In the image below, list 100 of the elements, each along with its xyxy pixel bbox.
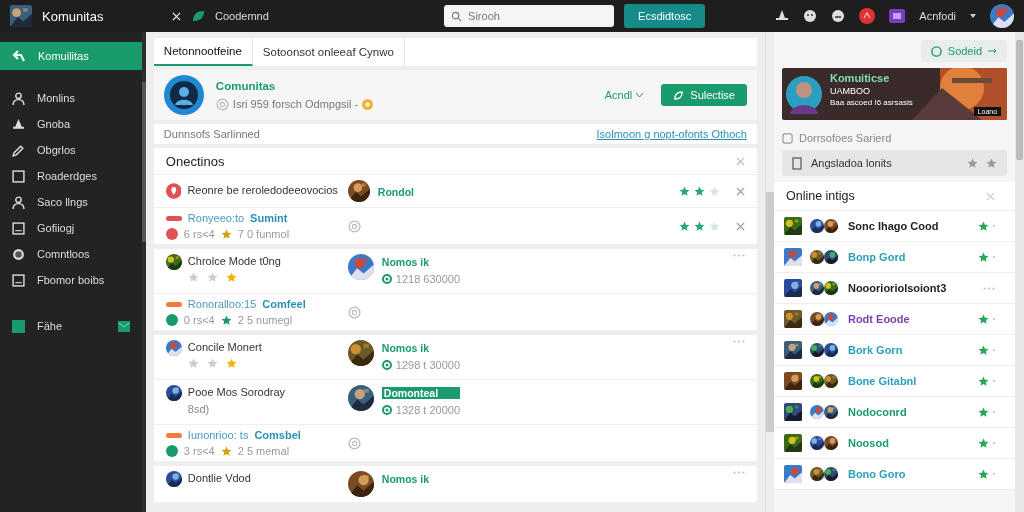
coin-icon xyxy=(362,98,374,110)
online-title: Online intigs xyxy=(785,189,855,203)
post-title[interactable]: Pooe Mos Sorodray xyxy=(187,385,286,399)
leaf-icon xyxy=(673,89,685,101)
saved-label: Dorrsofoes Sarierd xyxy=(798,132,892,144)
chat-icon[interactable] xyxy=(803,9,818,23)
saved-item[interactable]: Angsladoa lonits xyxy=(781,150,1008,176)
banner-subtitle: UAMBOO xyxy=(829,86,871,96)
bell-icon xyxy=(12,117,25,131)
status-icon xyxy=(381,405,392,415)
tab-label[interactable]: Coodemnd xyxy=(215,10,269,22)
back-icon xyxy=(12,49,26,63)
tab[interactable]: Sotoonsot onleeaf Cynwo xyxy=(252,38,405,66)
star-icon xyxy=(708,220,720,232)
online-item[interactable]: Noosod xyxy=(773,428,1016,459)
status-icon xyxy=(381,274,392,284)
user-meta: 1218 630000 xyxy=(395,273,461,285)
badge-icon xyxy=(165,228,178,240)
post-title[interactable]: Reonre be reroledodeeovocios xyxy=(187,183,338,199)
user-name[interactable]: Nomos ik xyxy=(381,342,461,354)
post-title[interactable]: Dontlie Vdod xyxy=(187,471,251,485)
sidebar-item[interactable]: Comntloos xyxy=(0,242,142,266)
star-rating[interactable] xyxy=(678,220,720,232)
community-logo-icon xyxy=(163,75,204,115)
star-icon xyxy=(187,358,199,369)
online-name: Noosod xyxy=(847,437,889,449)
tag-link[interactable]: Comsbel xyxy=(254,429,301,441)
user-meta: 1298 t 30000 xyxy=(395,359,461,371)
online-name: Bone Gitabnl xyxy=(847,375,917,387)
sidebar-item[interactable]: Fbomor boibs xyxy=(0,268,142,292)
online-name: Nooorioriolsoiont3 xyxy=(847,282,947,294)
info-link[interactable]: Isolmoon g nopt-ofonts Othoch xyxy=(596,128,747,140)
online-name: Sonc Ihago Cood xyxy=(847,220,939,232)
action-button[interactable]: Ecsdidtosc xyxy=(624,4,706,28)
online-item[interactable]: Nooorioriolsoiont3 xyxy=(773,273,1016,304)
post-count: 2 5 memal xyxy=(237,445,290,457)
scrollbar[interactable] xyxy=(765,32,774,512)
leaf-icon xyxy=(191,9,205,23)
section-title: Onectinos xyxy=(165,153,225,169)
user-name[interactable]: Rondol xyxy=(377,186,414,198)
sidebar-item[interactable]: Gofiiogj xyxy=(0,216,142,240)
tag-label: Ronyeeo:to xyxy=(187,212,245,224)
star-icon xyxy=(206,272,218,283)
sidebar-item[interactable]: Gnoba xyxy=(0,112,142,136)
tag-link[interactable]: Comfeel xyxy=(262,298,306,310)
sidebar-item[interactable]: Obgrlos xyxy=(0,138,142,162)
info-label: Dunnsofs Sarlinned xyxy=(163,128,260,140)
badge-icon xyxy=(165,314,178,326)
online-name: Bonp Gord xyxy=(847,251,906,263)
user-name[interactable]: Nomos ik xyxy=(381,473,430,485)
app-icon[interactable] xyxy=(889,9,906,23)
refresh-icon[interactable] xyxy=(215,97,229,111)
refresh-icon[interactable] xyxy=(347,305,361,319)
post-stats: 3 rs<4 xyxy=(183,445,215,457)
post-title[interactable]: Chrolce Mode t0ng xyxy=(187,254,281,268)
star-icon xyxy=(693,220,705,232)
caret-icon[interactable] xyxy=(970,14,976,18)
search-icon xyxy=(451,11,463,22)
user-name[interactable]: Domonteal xyxy=(381,387,461,399)
document-icon xyxy=(791,156,803,170)
notification-icon[interactable] xyxy=(859,8,876,24)
online-item[interactable]: Nodoconrd xyxy=(773,397,1016,428)
user-name[interactable]: Nomos ik xyxy=(381,256,461,268)
join-button[interactable]: Sulectise xyxy=(661,84,747,106)
star-icon xyxy=(225,272,237,283)
star-icon xyxy=(206,358,218,369)
refresh-icon[interactable] xyxy=(347,436,361,450)
scrollbar[interactable] xyxy=(141,82,146,242)
bell-icon[interactable] xyxy=(775,9,790,23)
arrow-icon xyxy=(988,48,998,54)
tag-link[interactable]: Sumint xyxy=(250,212,288,224)
user-meta: 1328 t 20000 xyxy=(395,404,461,416)
star-icon xyxy=(220,445,232,457)
sidebar-item[interactable]: Komuilitas xyxy=(0,42,142,70)
scrollbar[interactable] xyxy=(1015,32,1024,512)
refresh-icon[interactable] xyxy=(347,219,361,233)
person-icon xyxy=(12,91,25,105)
banner-caption: Baa ascoed I6 asrsasis xyxy=(829,98,913,107)
sidebar-item[interactable]: Roaderdges xyxy=(0,164,142,188)
sidebar-item[interactable]: Saco llngs xyxy=(0,190,142,214)
online-name: Nodoconrd xyxy=(847,406,907,418)
post-title[interactable]: Concile Monert xyxy=(187,340,262,354)
sidebar-item[interactable]: Fähe xyxy=(0,314,142,338)
folder-icon xyxy=(12,319,25,333)
online-item[interactable]: Sonc Ihago Cood xyxy=(773,211,1016,242)
tab[interactable]: Netonnootfeine xyxy=(153,38,253,66)
post-stats: 6 rs<4 xyxy=(183,228,215,240)
online-item[interactable]: Rodt Eoode xyxy=(773,304,1016,335)
star-icon xyxy=(220,314,232,326)
pin-icon xyxy=(165,183,182,199)
search-field[interactable]: Sirooh xyxy=(444,5,615,27)
circle-icon xyxy=(930,45,942,57)
star-icon xyxy=(978,344,990,356)
star-icon xyxy=(967,157,979,169)
star-icon xyxy=(187,272,199,283)
star-rating[interactable] xyxy=(678,185,720,197)
star-icon xyxy=(978,375,990,387)
caret-icon xyxy=(636,92,644,98)
user-name[interactable]: Acnfodi xyxy=(919,10,956,22)
sidebar-item[interactable]: Monlins xyxy=(0,86,142,110)
